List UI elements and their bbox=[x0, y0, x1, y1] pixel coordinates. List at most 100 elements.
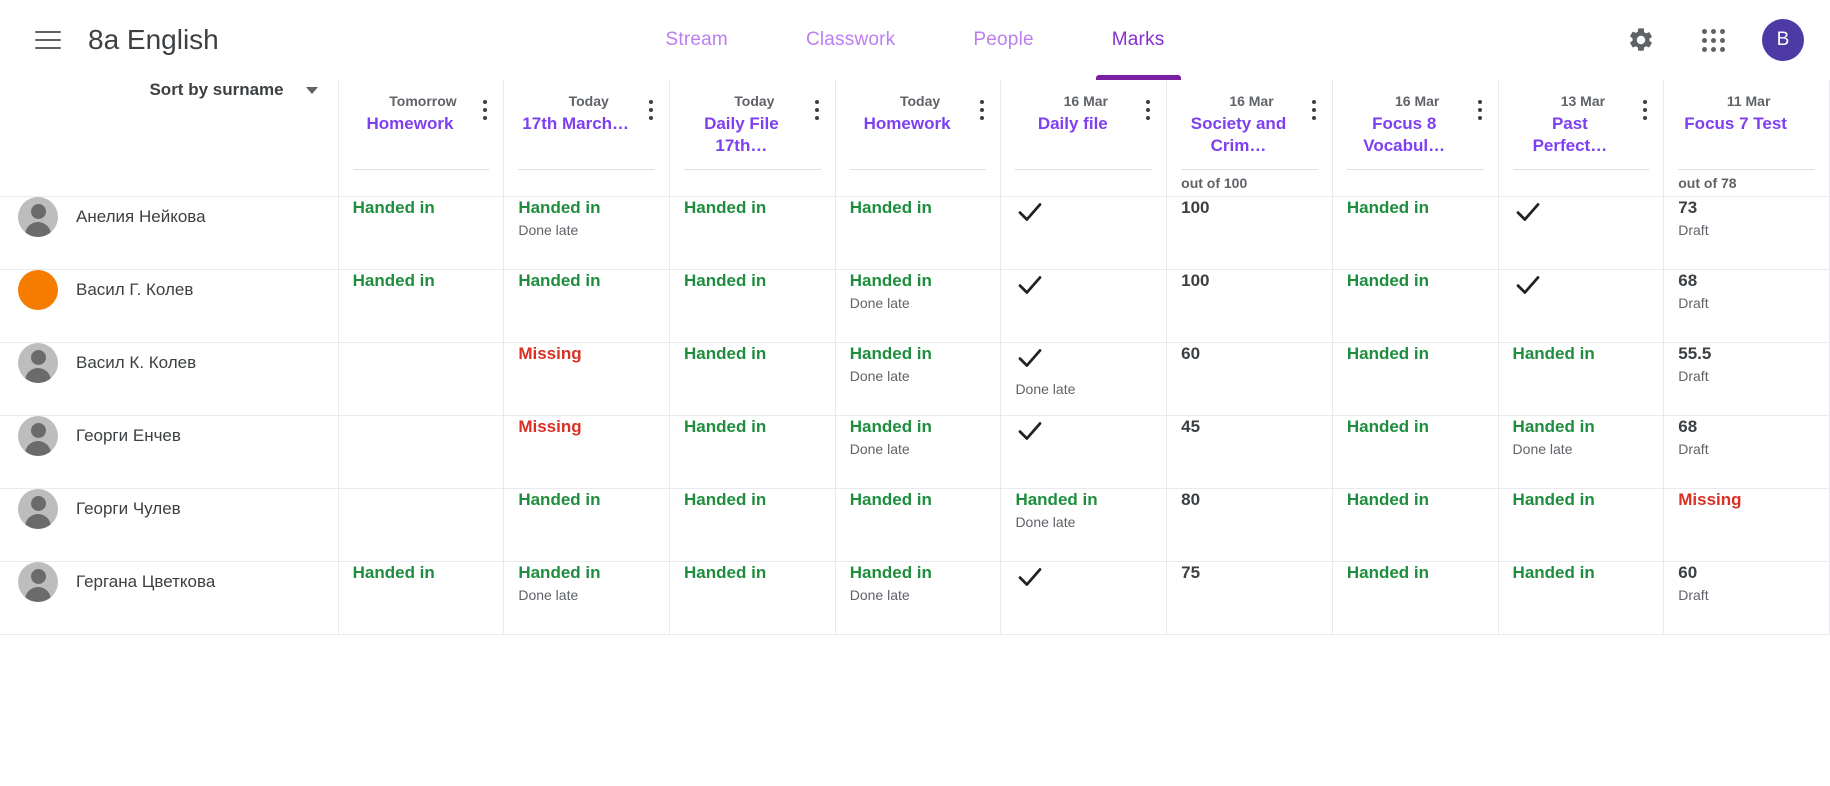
assignment-title[interactable]: Society and Crim… bbox=[1181, 113, 1322, 157]
grade-cell[interactable]: Handed in bbox=[669, 488, 836, 562]
grade-cell[interactable] bbox=[338, 488, 505, 562]
grade-cell[interactable]: Handed in bbox=[338, 196, 505, 270]
sort-control[interactable]: Sort by surname bbox=[0, 80, 338, 100]
hamburger-menu-icon[interactable] bbox=[26, 18, 70, 62]
grade-cell[interactable]: Handed in Done late bbox=[835, 269, 1002, 343]
grade-cell[interactable] bbox=[1000, 269, 1168, 343]
grade-cell[interactable]: Missing bbox=[503, 415, 671, 489]
student-name-cell[interactable]: Георги Чулев bbox=[0, 488, 339, 562]
grade-cell[interactable]: Handed in bbox=[1332, 561, 1499, 635]
student-name-cell[interactable]: Гергана Цветкова bbox=[0, 561, 339, 635]
grade-cell[interactable]: Handed in bbox=[835, 488, 1002, 562]
assignment-menu-icon[interactable] bbox=[976, 96, 988, 124]
grade-cell[interactable]: 55.5 Draft bbox=[1663, 342, 1830, 416]
grade-cell[interactable]: Handed in Done late bbox=[835, 415, 1002, 489]
grade-cell[interactable] bbox=[338, 342, 505, 416]
table-row[interactable]: Васил К. Колев Missing Handed in Handed in D… bbox=[0, 342, 1830, 416]
grade-cell[interactable]: Handed in bbox=[669, 196, 836, 270]
table-row[interactable]: Георги Чулев Handed in Handed in Handed in H… bbox=[0, 488, 1830, 562]
assignment-menu-icon[interactable] bbox=[479, 96, 491, 124]
grade-cell[interactable]: Handed in bbox=[1332, 269, 1499, 343]
assignment-header-6[interactable]: 16 Mar Focus 8 Vocabul… bbox=[1332, 80, 1499, 197]
grade-cell[interactable]: 60 Draft bbox=[1663, 561, 1830, 635]
sort-by-surname-label[interactable]: Sort by surname bbox=[149, 80, 283, 100]
grade-cell[interactable]: 60 bbox=[1166, 342, 1333, 416]
grade-cell[interactable]: Handed in bbox=[1332, 415, 1499, 489]
grade-cell[interactable]: Handed in bbox=[669, 561, 836, 635]
grade-cell[interactable]: Missing bbox=[503, 342, 671, 416]
grade-cell[interactable]: Handed in bbox=[835, 196, 1002, 270]
grade-cell[interactable]: Handed in bbox=[338, 269, 505, 343]
grade-cell[interactable]: Handed in bbox=[669, 269, 836, 343]
grade-cell[interactable]: 68 Draft bbox=[1663, 415, 1830, 489]
marks-grid-container[interactable]: Sort by surname Tomorrow Homework Today … bbox=[0, 80, 1830, 786]
grade-cell[interactable]: Handed in Done late bbox=[503, 561, 671, 635]
assignment-title[interactable]: Daily file bbox=[1015, 113, 1156, 135]
avatar[interactable]: B bbox=[1762, 19, 1804, 61]
assignment-menu-icon[interactable] bbox=[1142, 96, 1154, 124]
grade-cell[interactable] bbox=[1000, 415, 1168, 489]
assignment-menu-icon[interactable] bbox=[811, 96, 823, 124]
assignment-title[interactable]: Homework bbox=[850, 113, 991, 135]
table-row[interactable]: Васил Г. Колев Handed in Handed in Handed i… bbox=[0, 269, 1830, 343]
grade-cell[interactable]: Handed in bbox=[1498, 561, 1665, 635]
chevron-down-icon[interactable] bbox=[305, 86, 318, 94]
grade-cell[interactable]: Missing bbox=[1663, 488, 1830, 562]
grade-cell[interactable]: Handed in Done late bbox=[835, 342, 1002, 416]
grade-cell[interactable]: Handed in Done late bbox=[503, 196, 671, 270]
grade-cell[interactable]: Handed in Done late bbox=[1000, 488, 1168, 562]
assignment-title[interactable]: Focus 7 Test bbox=[1678, 113, 1819, 135]
grade-cell[interactable]: Done late bbox=[1000, 342, 1168, 416]
assignment-header-0[interactable]: Tomorrow Homework bbox=[338, 80, 505, 197]
grade-cell[interactable]: 80 bbox=[1166, 488, 1333, 562]
table-row[interactable]: Георги Енчев Missing Handed in Handed in Don… bbox=[0, 415, 1830, 489]
grade-cell[interactable]: 73 Draft bbox=[1663, 196, 1830, 270]
assignment-header-5[interactable]: 16 Mar Society and Crim… out of 100 bbox=[1166, 80, 1333, 197]
grade-cell[interactable]: Handed in bbox=[1332, 196, 1499, 270]
student-name-cell[interactable]: Анелия Нейкова bbox=[0, 196, 339, 270]
grade-cell[interactable]: 75 bbox=[1166, 561, 1333, 635]
grade-cell[interactable]: Handed in bbox=[1498, 342, 1665, 416]
assignment-header-2[interactable]: Today Daily File 17th… bbox=[669, 80, 836, 197]
assignment-title[interactable]: Homework bbox=[353, 113, 494, 135]
assignment-header-4[interactable]: 16 Mar Daily file bbox=[1000, 80, 1168, 197]
assignment-header-1[interactable]: Today 17th March… bbox=[503, 80, 671, 197]
grade-cell[interactable]: 68 Draft bbox=[1663, 269, 1830, 343]
assignment-menu-icon[interactable] bbox=[1639, 96, 1651, 124]
assignment-header-8[interactable]: 11 Mar Focus 7 Test out of 78 bbox=[1663, 80, 1830, 197]
grade-cell[interactable]: 100 bbox=[1166, 269, 1333, 343]
grade-cell[interactable] bbox=[1498, 269, 1665, 343]
grade-cell[interactable]: Handed in bbox=[1498, 488, 1665, 562]
grade-cell[interactable]: Handed in bbox=[1332, 342, 1499, 416]
tab-stream[interactable]: Stream bbox=[662, 0, 732, 80]
grade-cell[interactable] bbox=[338, 415, 505, 489]
grade-cell[interactable]: Handed in bbox=[338, 561, 505, 635]
assignment-title[interactable]: Daily File 17th… bbox=[684, 113, 825, 157]
tab-marks[interactable]: Marks bbox=[1095, 0, 1181, 80]
assignment-title[interactable]: Past Perfect… bbox=[1513, 113, 1654, 157]
grade-cell[interactable] bbox=[1000, 561, 1168, 635]
grade-cell[interactable]: Handed in bbox=[1332, 488, 1499, 562]
tab-people[interactable]: People bbox=[969, 0, 1037, 80]
assignment-header-3[interactable]: Today Homework bbox=[835, 80, 1002, 197]
grade-cell[interactable] bbox=[1498, 196, 1665, 270]
student-name-cell[interactable]: Георги Енчев bbox=[0, 415, 339, 489]
assignment-menu-icon[interactable] bbox=[645, 96, 657, 124]
grade-cell[interactable] bbox=[1000, 196, 1168, 270]
grade-cell[interactable]: Handed in Done late bbox=[1498, 415, 1665, 489]
assignment-menu-icon[interactable] bbox=[1308, 96, 1320, 124]
grade-cell[interactable]: Handed in Done late bbox=[835, 561, 1002, 635]
grade-cell[interactable]: Handed in bbox=[503, 488, 671, 562]
grade-cell[interactable]: 45 bbox=[1166, 415, 1333, 489]
student-name-cell[interactable]: Васил К. Колев bbox=[0, 342, 339, 416]
apps-grid-icon[interactable] bbox=[1690, 17, 1736, 63]
assignment-title[interactable]: Focus 8 Vocabul… bbox=[1347, 113, 1488, 157]
table-row[interactable]: Анелия Нейкова Handed in Handed in Done lat… bbox=[0, 196, 1830, 270]
tab-classwork[interactable]: Classwork bbox=[802, 0, 899, 80]
assignment-menu-icon[interactable] bbox=[1474, 96, 1486, 124]
assignment-header-7[interactable]: 13 Mar Past Perfect… bbox=[1498, 80, 1665, 197]
grade-cell[interactable]: Handed in bbox=[669, 342, 836, 416]
grade-cell[interactable]: 100 bbox=[1166, 196, 1333, 270]
table-row[interactable]: Гергана Цветкова Handed in Handed in Done l… bbox=[0, 561, 1830, 635]
grade-cell[interactable]: Handed in bbox=[503, 269, 671, 343]
